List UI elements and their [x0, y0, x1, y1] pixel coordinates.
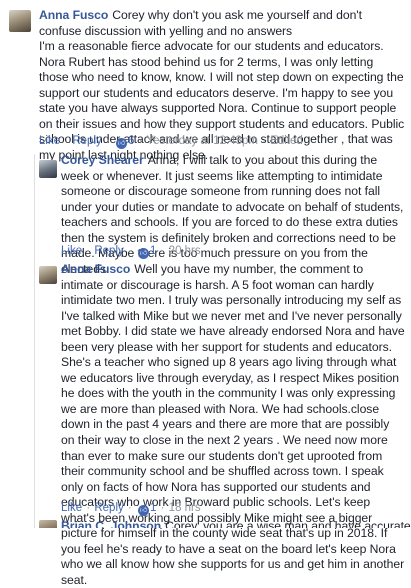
separator: · [160, 502, 165, 514]
avatar[interactable] [39, 520, 57, 528]
like-count[interactable]: 1 [150, 502, 156, 514]
profile-photo [39, 160, 57, 178]
comment-text: Corey, you are a wise man and have accur… [165, 519, 411, 528]
author-name[interactable]: Anna Fusco [61, 262, 130, 276]
avatar[interactable] [39, 266, 57, 284]
thumbs-up-icon[interactable]: 👍︎ [116, 138, 128, 149]
thumbs-up-icon[interactable]: 👍︎ [138, 248, 150, 259]
like-count[interactable]: 1 [150, 245, 156, 257]
separator: · [127, 502, 132, 514]
reply-comment: Corey Shearer Anna, I will talk to you ab… [0, 150, 411, 276]
avatar[interactable] [9, 10, 31, 32]
comment-body: Brian C. Johnson Corey, you are a wise ma… [61, 519, 411, 528]
separator: · [160, 245, 165, 257]
separator: · [86, 502, 91, 514]
timestamp[interactable]: 20 hrs [169, 245, 201, 257]
like-count[interactable]: 6 [128, 135, 134, 147]
author-name[interactable]: Brian C. Johnson [61, 519, 161, 528]
edited-label[interactable]: Edited [270, 135, 303, 147]
comment-actions: Like · Reply · 👍︎ 6 · Yesterday at 12:43p… [39, 134, 303, 149]
reply-comment: Anna Fusco Well you have my number, the c… [0, 262, 411, 587]
reply-link[interactable]: Reply [94, 502, 123, 514]
comment-actions: Like · Reply · 👍︎ 1 · 18 hrs [61, 501, 201, 516]
separator: · [262, 135, 266, 147]
profile-photo [39, 520, 57, 528]
separator: · [127, 245, 132, 257]
like-link[interactable]: Like [61, 502, 82, 514]
like-link[interactable]: Like [39, 135, 60, 147]
author-name[interactable]: Corey Shearer [61, 153, 144, 167]
reply-comment: Brian C. Johnson Corey, you are a wise ma… [0, 516, 411, 528]
comment: Anna Fusco Corey why don't you ask me you… [0, 0, 411, 162]
timestamp[interactable]: Yesterday at 12:43pm [146, 135, 257, 147]
author-name[interactable]: Anna Fusco [39, 8, 108, 22]
reply-link[interactable]: Reply [94, 245, 123, 257]
comment-body: Anna Fusco Well you have my number, the c… [61, 262, 405, 588]
separator: · [86, 245, 91, 257]
like-link[interactable]: Like [61, 245, 82, 257]
avatar[interactable] [39, 160, 57, 178]
separator: · [105, 135, 110, 147]
separator: · [138, 135, 143, 147]
thumbs-up-icon[interactable]: 👍︎ [138, 505, 150, 516]
profile-photo [9, 10, 31, 32]
profile-photo [39, 266, 57, 284]
separator: · [64, 135, 69, 147]
timestamp[interactable]: 18 hrs [169, 502, 201, 514]
comment-text: Well you have my number, the comment to … [61, 262, 405, 587]
reply-link[interactable]: Reply [72, 135, 101, 147]
comment-actions: Like · Reply · 👍︎ 1 · 20 hrs [61, 244, 201, 259]
